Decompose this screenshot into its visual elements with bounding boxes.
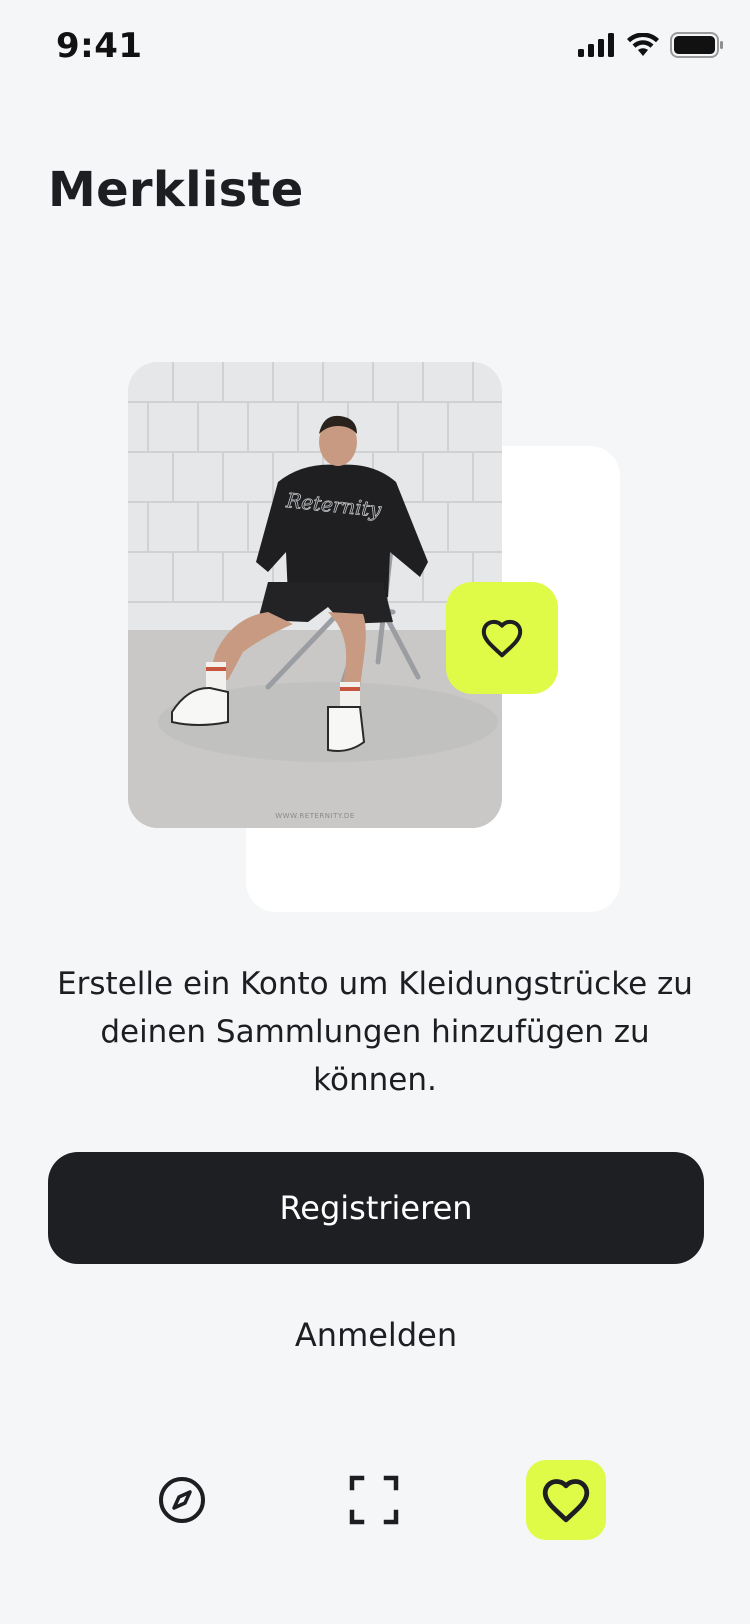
- status-time: 9:41: [56, 26, 143, 66]
- page-title: Merkliste: [48, 162, 304, 218]
- photo-watermark: WWW.RETERNITY.DE: [275, 812, 355, 820]
- register-button[interactable]: Registrieren: [48, 1152, 704, 1264]
- account-prompt-message: Erstelle ein Konto um Kleidungstrücke zu…: [57, 966, 693, 1098]
- product-photo: Reternity WWW.RETERNITY.DE: [128, 362, 502, 828]
- status-icons: [578, 32, 724, 58]
- nav-item-discover[interactable]: [142, 1460, 222, 1540]
- heart-icon: [481, 619, 523, 658]
- scan-frame-icon: [349, 1475, 399, 1525]
- heart-icon: [542, 1479, 590, 1523]
- signal-icon: [578, 33, 614, 57]
- wishlist-heart-badge: [446, 582, 558, 694]
- wishlist-screen: 9:41 Merkliste Reternity WWW.RETERNITY.D…: [0, 0, 750, 1624]
- nav-item-wishlist[interactable]: [526, 1460, 606, 1540]
- login-link[interactable]: Anmelden: [48, 1316, 704, 1354]
- bottom-navigation: [0, 1460, 750, 1540]
- compass-icon: [159, 1477, 205, 1523]
- wifi-icon: [627, 33, 659, 56]
- nav-item-scan[interactable]: [334, 1460, 414, 1540]
- battery-icon: [670, 32, 723, 58]
